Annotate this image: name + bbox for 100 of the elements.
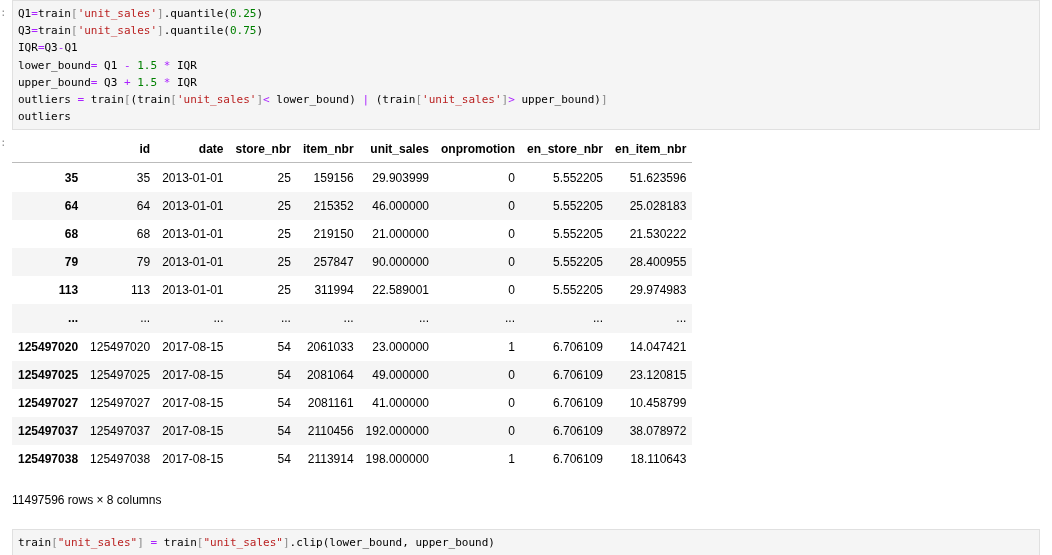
row-index: 125497025 (12, 360, 85, 389)
table-cell: 54 (229, 417, 297, 446)
table-cell: 0 (435, 417, 521, 446)
table-cell: ... (156, 304, 230, 333)
table-cell: 54 (229, 445, 297, 474)
cell-prompt: : (0, 6, 7, 19)
code-line: Q1=train['unit_sales'].quantile(0.25) (18, 6, 264, 22)
table-cell: 198.000000 (359, 445, 435, 474)
table-cell: ... (521, 304, 609, 333)
table-cell: 54 (229, 332, 297, 361)
table-cell: 49.000000 (359, 360, 435, 389)
table-cell: 2113914 (296, 445, 360, 474)
code-line: outliers = train[(train['unit_sales']< lower_bound) | (train['unit_sales']> upper_bound)] (18, 92, 608, 108)
table-cell: 38.078972 (609, 417, 693, 446)
table-cell: 311994 (296, 276, 360, 305)
column-header: item_nbr (296, 136, 360, 163)
column-header: onpromotion (435, 136, 521, 163)
table-cell: 5.552205 (521, 248, 609, 277)
table-cell: ... (84, 304, 157, 333)
table-cell: 0 (435, 162, 521, 192)
row-index: 125497020 (12, 332, 85, 361)
table-cell: 0 (435, 388, 521, 418)
table-cell: 2017-08-15 (156, 445, 230, 474)
table-cell: 23.120815 (609, 360, 693, 389)
code-line: train["unit_sales"] = train["unit_sales"].clip(lower_bound, upper_bound) (18, 535, 495, 552)
table-cell: 192.000000 (359, 417, 435, 446)
table-cell: 2013-01-01 (156, 162, 230, 192)
table-cell: 2013-01-01 (156, 219, 230, 248)
table-cell: 6.706109 (521, 360, 609, 389)
row-index: ... (12, 304, 85, 333)
table-cell: 2017-08-15 (156, 360, 230, 389)
table-cell: 215352 (296, 191, 360, 220)
table-cell: 6.706109 (521, 417, 609, 446)
code-line: outliers (18, 109, 71, 126)
table-cell: 54 (229, 388, 297, 418)
table-cell: 0 (435, 219, 521, 248)
code-cell[interactable] (12, 0, 1040, 131)
table-cell: 79 (84, 248, 157, 277)
table-cell: ... (359, 304, 435, 333)
table-cell: 2081161 (296, 388, 360, 418)
table-cell: 25 (229, 162, 297, 192)
row-index: 125497038 (12, 445, 85, 474)
table-cell: 64 (84, 191, 157, 220)
table-cell: 68 (84, 219, 157, 248)
column-header: date (156, 136, 230, 163)
table-cell: 113 (84, 276, 157, 305)
code-cell[interactable]: train["unit_sales"] = train["unit_sales"].clip(lower_bound, upper_bound) (12, 529, 1040, 555)
table-cell: 29.974983 (609, 276, 693, 305)
column-header: unit_sales (359, 136, 435, 163)
table-cell: 90.000000 (359, 248, 435, 277)
table-cell: 1 (435, 332, 521, 361)
table-cell: 2017-08-15 (156, 417, 230, 446)
table-cell: 0 (435, 276, 521, 305)
row-index: 64 (12, 191, 85, 220)
table-cell: 5.552205 (521, 191, 609, 220)
table-cell: 125497020 (84, 332, 157, 361)
table-cell: 125497027 (84, 388, 157, 418)
table-cell: 219150 (296, 219, 360, 248)
code-line: IQR=Q3-Q1 (18, 40, 78, 57)
column-header: id (84, 136, 157, 163)
code-line: lower_bound= Q1 - 1.5 * IQR (18, 57, 197, 74)
row-index: 35 (12, 162, 85, 192)
table-cell: ... (229, 304, 297, 333)
table-cell: 2013-01-01 (156, 191, 230, 220)
table-cell: 54 (229, 360, 297, 389)
table-cell: 29.903999 (359, 162, 435, 192)
table-cell: 125497038 (84, 445, 157, 474)
table-cell: 2081064 (296, 360, 360, 389)
table-cell: 2013-01-01 (156, 248, 230, 277)
column-header: en_item_nbr (609, 136, 693, 163)
table-cell: 5.552205 (521, 219, 609, 248)
table-cell: 6.706109 (521, 388, 609, 418)
table-cell: 0 (435, 191, 521, 220)
table-cell: ... (296, 304, 360, 333)
table-cell: 5.552205 (521, 162, 609, 192)
table-cell: 2013-01-01 (156, 276, 230, 305)
table-cell: 125497025 (84, 360, 157, 389)
table-cell: 14.047421 (609, 332, 693, 361)
row-index: 79 (12, 248, 85, 277)
table-summary: 11497596 rows × 8 columns (12, 493, 162, 508)
column-header: store_nbr (229, 136, 297, 163)
table-cell: 21.530222 (609, 219, 693, 248)
table-cell: 0 (435, 360, 521, 389)
table-cell: 28.400955 (609, 248, 693, 277)
table-cell: 1 (435, 445, 521, 474)
code-line: Q3=train['unit_sales'].quantile(0.75) (18, 23, 264, 40)
table-cell: 5.552205 (521, 276, 609, 305)
table-cell: 2017-08-15 (156, 388, 230, 418)
table-cell: 2061033 (296, 332, 360, 361)
table-cell: 257847 (296, 248, 360, 277)
table-cell: 10.458799 (609, 388, 693, 418)
table-cell: 25.028183 (609, 191, 693, 220)
table-cell: 35 (84, 162, 157, 192)
cell-prompt: : (0, 136, 7, 150)
table-cell: 6.706109 (521, 445, 609, 474)
table-cell: 51.623596 (609, 162, 693, 192)
row-index: 68 (12, 219, 85, 248)
row-index: 125497037 (12, 417, 85, 446)
table-cell: 2110456 (296, 417, 360, 446)
table-cell: 41.000000 (359, 388, 435, 418)
